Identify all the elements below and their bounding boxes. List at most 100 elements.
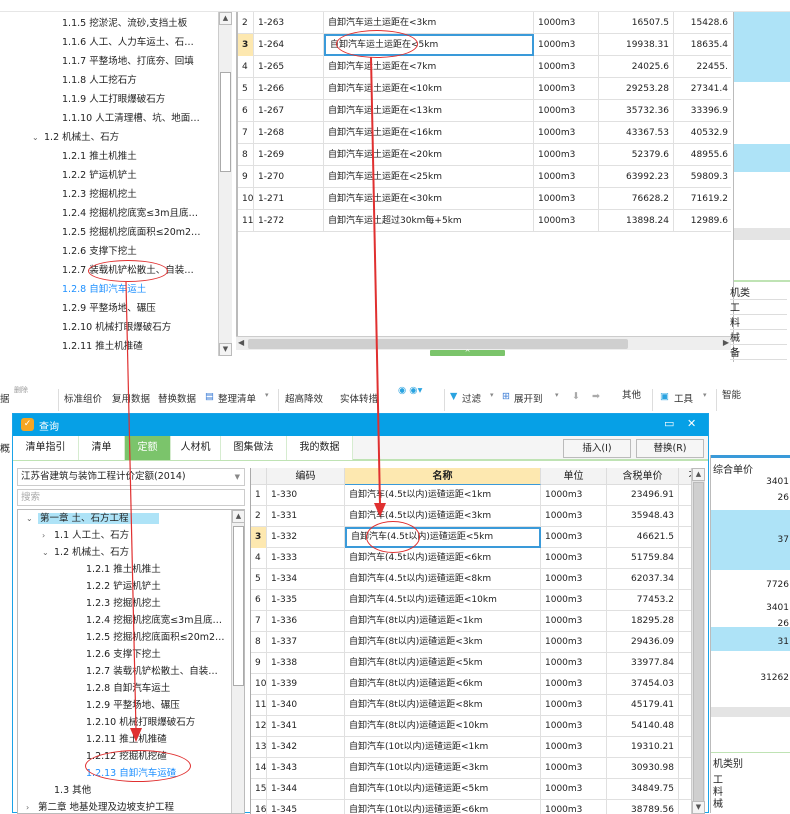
tree-node[interactable]: 1.2.10 机械打眼爆破石方 [62, 318, 171, 337]
tree-node[interactable]: 1.2.9 平整场地、碾压 [62, 299, 156, 318]
column-header[interactable]: 含税单价 [607, 468, 679, 485]
table-row[interactable]: 101-339自卸汽车(8t以内)运碴运距<6km1000m337454.033… [251, 674, 691, 695]
table-row[interactable]: 1 1-330 自卸汽车(4.5t以内)运碴运距<1km 1000m3 23496.91… [251, 485, 691, 506]
column-header[interactable]: 编码 [267, 468, 345, 485]
tree-node[interactable]: 1.2.11 推土机推碴 [86, 731, 167, 748]
table-row[interactable]: 2 1-263 自卸汽车运土运距在<3km 1000m3 16507.5 15428.6 [238, 12, 731, 34]
table-row[interactable]: 81-337自卸汽车(8t以内)运碴运距<3km1000m329436.0927… [251, 632, 691, 653]
top-grid-hscroll[interactable]: ◀ ▶ [236, 336, 731, 350]
tree-node[interactable]: 1.2.4 挖掘机挖底宽≤3m且底… [86, 612, 222, 629]
column-header[interactable]: 名称 [345, 468, 541, 485]
tab-labor-material-machine[interactable]: 人材机 [171, 436, 221, 460]
scroll-up-icon[interactable]: ▲ [692, 468, 705, 481]
tree-node[interactable]: 1.2.5 挖掘机挖底面积≤20m2… [62, 223, 201, 242]
table-row[interactable]: 7 1-268 自卸汽车运土运距在<16km 1000m3 43367.53 40532.… [238, 122, 731, 144]
table-row[interactable]: 2 1-331 自卸汽车(4.5t以内)运碴运距<3km 1000m3 35948.43… [251, 506, 691, 527]
tree-node[interactable]: 1.2.3 挖掘机挖土 [62, 185, 137, 204]
maximize-icon[interactable]: ▭ [664, 417, 674, 430]
tree-node[interactable]: › 第二章 地基处理及边坡支护工程 [26, 799, 174, 813]
table-row[interactable]: 71-336自卸汽车(8t以内)运碴运距<1km1000m318295.2816… [251, 611, 691, 632]
reuse-data-button[interactable]: 复用数据 [112, 391, 150, 405]
chevron-down-icon[interactable]: ⌄ [42, 544, 54, 561]
tree-node[interactable]: 1.2.4 挖掘机挖底宽≤3m且底… [62, 204, 198, 223]
other-button[interactable]: 其他 [622, 387, 641, 401]
tree-node[interactable]: 1.2.2 铲运机铲土 [86, 578, 161, 595]
table-row[interactable]: 5 1-334 自卸汽车(4.5t以内)运碴运距<8km 1000m3 62037.34… [251, 569, 691, 590]
table-row[interactable]: 4 1-333 自卸汽车(4.5t以内)运碴运距<6km 1000m3 51759.84… [251, 548, 691, 569]
table-row[interactable]: 13 1-342 自卸汽车(10t以内)运碴运距<1km 1000m3 19310.21… [251, 737, 691, 758]
chevron-down-icon[interactable]: ▾ [490, 391, 494, 399]
table-row[interactable]: 14 1-343 自卸汽车(10t以内)运碴运距<3km 1000m3 30930.98… [251, 758, 691, 779]
column-header[interactable] [251, 468, 267, 485]
table-row[interactable]: 10 1-271 自卸汽车运土运距在<30km 1000m3 76628.2 71619.… [238, 188, 731, 210]
table-row[interactable]: 5 1-266 自卸汽车运土运距在<10km 1000m3 29253.28 27341.… [238, 78, 731, 100]
scroll-down-icon[interactable]: ▼ [692, 801, 705, 814]
table-row[interactable]: 31-332自卸汽车(4.5t以内)运碴运距<5km1000m346621.54… [251, 527, 691, 548]
replace-button[interactable]: 替换(R) [636, 439, 704, 458]
tree-node[interactable]: 1.3 其他 [54, 782, 91, 799]
tab-quota[interactable]: 定额 [125, 436, 171, 460]
tree-node[interactable]: 1.2.1 推土机推土 [62, 147, 137, 166]
tree-node[interactable]: 1.2.6 支撑下挖土 [86, 646, 161, 663]
panel-splitter-handle[interactable]: ^ [430, 350, 505, 357]
smart-button[interactable]: 智能 [722, 387, 741, 401]
table-row[interactable]: 15 1-344 自卸汽车(10t以内)运碴运距<5km 1000m3 34849.75… [251, 779, 691, 800]
tools-button[interactable]: 工具 [674, 391, 693, 405]
table-row[interactable]: 6 1-267 自卸汽车运土运距在<13km 1000m3 35732.36 33396.… [238, 100, 731, 122]
chevron-down-icon[interactable]: ▾ [703, 391, 707, 399]
tree-node[interactable]: 1.1.8 人工挖石方 [62, 71, 137, 90]
tree-node[interactable]: › 1.1 人工土、石方 [42, 527, 129, 544]
table-row[interactable]: 3 1-264 自卸汽车运土运距在<5km 1000m3 19938.31 18635.4 [238, 34, 731, 56]
chevron-down-icon[interactable]: ▾ [265, 391, 269, 399]
chevron-down-icon[interactable]: ▾ [555, 391, 559, 399]
tree-node[interactable]: ⌄ 1.2 机械土、石方 [32, 128, 119, 147]
standard-pricing-button[interactable]: 标准组价 [64, 391, 102, 405]
tree-node[interactable]: 1.1.6 人工、人力车运土、石… [62, 33, 194, 52]
chevron-down-icon[interactable]: ⌄ [32, 128, 44, 147]
chevron-down-icon[interactable]: ⌄ [26, 510, 38, 527]
table-row[interactable]: 11 1-272 自卸汽车运土超过30km每+5km 1000m3 13898.24 12… [238, 210, 731, 232]
tree-node[interactable]: 1.2.6 支撑下挖土 [62, 242, 137, 261]
quota-tree-scrollbar[interactable]: ▲ [231, 510, 244, 813]
replace-data-button[interactable]: 替换数据 [158, 391, 196, 405]
scroll-up-icon[interactable]: ▲ [219, 12, 232, 25]
move-right-icon[interactable]: ➡ [592, 391, 600, 402]
tab-list[interactable]: 清单 [79, 436, 125, 460]
scroll-down-icon[interactable]: ▼ [219, 343, 232, 356]
tree-node[interactable]: ⌄ 第一章 土、石方工程 [26, 510, 159, 527]
table-row[interactable]: 12 1-341 自卸汽车(8t以内)运碴运距<10km 1000m3 54140.48… [251, 716, 691, 737]
dialog-title-bar[interactable]: ✓ 查询 ▭ ✕ [13, 414, 708, 436]
table-row[interactable]: 4 1-265 自卸汽车运土运距在<7km 1000m3 24025.6 22455. [238, 56, 731, 78]
quota-db-select[interactable]: 江苏省建筑与装饰工程计价定额(2014) ▼ [17, 468, 245, 486]
tree-node[interactable]: 1.2.2 铲运机铲土 [62, 166, 137, 185]
table-row[interactable]: 16 1-345 自卸汽车(10t以内)运碴运距<6km 1000m3 38789.56… [251, 800, 691, 814]
tree-node[interactable]: 1.2.9 平整场地、碾压 [86, 697, 180, 714]
search-input[interactable]: 搜索 [17, 489, 245, 506]
scroll-thumb[interactable] [693, 482, 704, 802]
column-header[interactable]: 单位 [541, 468, 607, 485]
tree-node[interactable]: 1.2.10 机械打眼爆破石方 [86, 714, 195, 731]
tree-node[interactable]: 1.1.7 平整场地、打底夯、回填 [62, 52, 194, 71]
filter-button[interactable]: 过滤 [462, 391, 481, 405]
table-row[interactable]: 8 1-269 自卸汽车运土运距在<20km 1000m3 52379.6 48955.6 [238, 144, 731, 166]
tree-node[interactable]: 1.2.8 自卸汽车运土 [86, 680, 170, 697]
tree-node[interactable]: 1.1.10 人工清理槽、坑、地面… [62, 109, 200, 128]
entity-to-measure-button[interactable]: 实体转措 [340, 391, 378, 405]
tool-icons[interactable]: ◉ ◉▾ [398, 385, 422, 396]
chevron-right-icon[interactable]: › [42, 527, 54, 544]
tree-node[interactable]: 1.1.5 挖淤泥、流砂,支挡土板 [62, 14, 187, 33]
scroll-left-icon[interactable]: ◀ [238, 338, 244, 347]
scroll-thumb[interactable] [220, 72, 231, 172]
tree-node[interactable]: 1.2.1 推土机推土 [86, 561, 161, 578]
organize-list-button[interactable]: 整理清单 [218, 391, 256, 405]
tree-node[interactable]: 1.2.7 装载机铲松散土、自装… [86, 663, 218, 680]
insert-button[interactable]: 插入(I) [563, 439, 631, 458]
tree-node[interactable]: 1.2.11 推土机推碴 [62, 337, 143, 356]
top-tree-scrollbar[interactable]: ▲ ▼ [218, 12, 232, 356]
tab-my-data[interactable]: 我的数据 [287, 436, 353, 460]
scroll-up-icon[interactable]: ▲ [232, 510, 244, 523]
delete-button[interactable]: 删除 [14, 385, 28, 395]
quota-grid-scrollbar[interactable]: ▲ ▼ [691, 468, 705, 814]
height-efficiency-button[interactable]: 超高降效 [285, 391, 323, 405]
expand-to-button[interactable]: 展开到 [514, 391, 543, 405]
